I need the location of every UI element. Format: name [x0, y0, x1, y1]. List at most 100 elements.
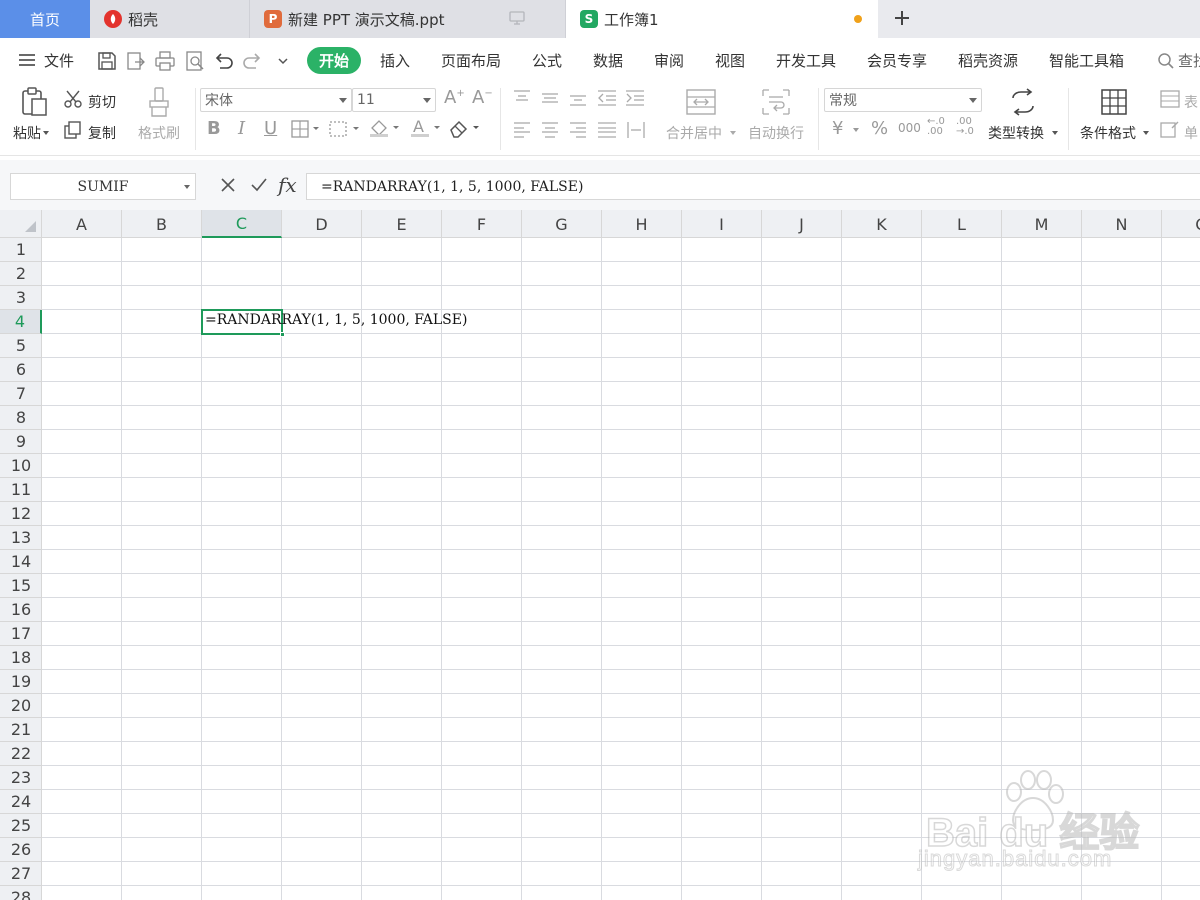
undo-icon[interactable] — [212, 50, 234, 72]
export-icon[interactable] — [125, 50, 147, 72]
menu-smart-toolbox[interactable]: 智能工具箱 — [1049, 50, 1124, 71]
paste-icon[interactable] — [18, 86, 50, 118]
print-preview-icon[interactable] — [184, 50, 206, 72]
cell-area[interactable] — [42, 238, 1200, 900]
menu-review[interactable]: 审阅 — [654, 50, 684, 71]
row-header-3[interactable]: 3 — [0, 286, 42, 310]
column-header-g[interactable]: G — [522, 210, 602, 238]
column-header-k[interactable]: K — [842, 210, 922, 238]
copy-button[interactable]: 复制 — [88, 123, 116, 143]
horizontal-align-icons[interactable] — [512, 120, 652, 140]
menu-page-layout[interactable]: 页面布局 — [441, 50, 501, 71]
tab-home[interactable]: 首页 — [0, 0, 90, 38]
menu-member[interactable]: 会员专享 — [867, 50, 927, 71]
cell-style-button[interactable]: 单 — [1184, 123, 1198, 143]
cut-button[interactable]: 剪切 — [88, 92, 116, 112]
cancel-formula-icon[interactable] — [220, 177, 236, 193]
row-header-18[interactable]: 18 — [0, 646, 42, 670]
monitor-icon[interactable] — [509, 11, 525, 25]
currency-dropdown-arrow-icon[interactable] — [853, 128, 859, 132]
column-header-l[interactable]: L — [922, 210, 1002, 238]
hamburger-icon[interactable] — [18, 53, 36, 67]
paste-button[interactable]: 粘贴 — [13, 123, 41, 143]
row-header-24[interactable]: 24 — [0, 790, 42, 814]
row-header-23[interactable]: 23 — [0, 766, 42, 790]
column-header-a[interactable]: A — [42, 210, 122, 238]
fill-handle[interactable] — [280, 332, 285, 337]
clear-format-eraser-icon[interactable] — [448, 118, 482, 138]
redo-icon[interactable] — [242, 50, 264, 72]
save-icon[interactable] — [96, 50, 118, 72]
menu-search[interactable]: 查找 — [1178, 50, 1200, 71]
insert-function-icon[interactable]: fx — [278, 173, 297, 197]
row-header-11[interactable]: 11 — [0, 478, 42, 502]
menu-docer-resources[interactable]: 稻壳资源 — [958, 50, 1018, 71]
row-header-21[interactable]: 21 — [0, 718, 42, 742]
row-header-5[interactable]: 5 — [0, 334, 42, 358]
row-header-6[interactable]: 6 — [0, 358, 42, 382]
increase-font-icon[interactable]: A+ — [444, 87, 465, 108]
format-painter-button[interactable]: 格式刷 — [138, 123, 180, 143]
underline-icon[interactable]: U — [264, 118, 277, 139]
number-format-select[interactable]: 常规 — [824, 88, 982, 112]
column-header-d[interactable]: D — [282, 210, 362, 238]
column-header-c[interactable]: C — [202, 210, 282, 238]
row-header-20[interactable]: 20 — [0, 694, 42, 718]
row-header-25[interactable]: 25 — [0, 814, 42, 838]
font-color-icon[interactable]: A — [409, 118, 443, 138]
row-header-15[interactable]: 15 — [0, 574, 42, 598]
column-header-e[interactable]: E — [362, 210, 442, 238]
row-header-27[interactable]: 27 — [0, 862, 42, 886]
column-header-j[interactable]: J — [762, 210, 842, 238]
type-convert-dropdown-arrow-icon[interactable] — [1052, 131, 1058, 135]
row-header-7[interactable]: 7 — [0, 382, 42, 406]
italic-icon[interactable]: I — [238, 118, 245, 139]
row-header-26[interactable]: 26 — [0, 838, 42, 862]
confirm-formula-icon[interactable] — [250, 177, 268, 193]
row-header-28[interactable]: 28 — [0, 886, 42, 900]
menu-view[interactable]: 视图 — [715, 50, 745, 71]
decrease-font-icon[interactable]: A− — [472, 87, 493, 108]
percent-icon[interactable]: % — [871, 118, 888, 139]
table-style-button[interactable]: 表 — [1184, 92, 1198, 112]
font-size-select[interactable]: 11 — [352, 88, 436, 112]
conditional-format-button[interactable]: 条件格式 — [1080, 123, 1136, 143]
merge-center-button[interactable]: 合并居中 — [666, 123, 722, 143]
paste-dropdown-arrow-icon[interactable] — [43, 131, 49, 135]
vertical-align-icons[interactable] — [512, 88, 652, 108]
bold-icon[interactable]: B — [207, 118, 221, 139]
row-header-16[interactable]: 16 — [0, 598, 42, 622]
menu-start-tab[interactable]: 开始 — [307, 47, 361, 74]
column-header-n[interactable]: N — [1082, 210, 1162, 238]
fill-color-icon[interactable] — [368, 118, 402, 138]
menu-insert[interactable]: 插入 — [380, 50, 410, 71]
new-tab-button[interactable] — [888, 4, 916, 32]
increase-decimal-icon[interactable]: ←.0 .00 — [927, 117, 945, 137]
thousands-separator-icon[interactable]: 000 — [898, 121, 921, 135]
row-header-13[interactable]: 13 — [0, 526, 42, 550]
row-header-17[interactable]: 17 — [0, 622, 42, 646]
wrap-text-button[interactable]: 自动换行 — [748, 123, 804, 143]
tab-workbook[interactable]: S 工作簿1 — [566, 0, 878, 38]
row-header-2[interactable]: 2 — [0, 262, 42, 286]
column-header-i[interactable]: I — [682, 210, 762, 238]
column-header-h[interactable]: H — [602, 210, 682, 238]
search-icon[interactable] — [1157, 52, 1175, 70]
formula-input[interactable]: =RANDARRAY(1, 1, 5, 1000, FALSE) — [306, 173, 1200, 200]
currency-icon[interactable]: ¥ — [832, 118, 843, 139]
row-header-19[interactable]: 19 — [0, 670, 42, 694]
tab-ppt[interactable]: P 新建 PPT 演示文稿.ppt — [250, 0, 566, 38]
menu-formula[interactable]: 公式 — [532, 50, 562, 71]
select-all-corner[interactable] — [0, 210, 42, 238]
row-header-4[interactable]: 4 — [0, 310, 42, 334]
decrease-decimal-icon[interactable]: .00 →.0 — [956, 117, 974, 137]
tab-docer[interactable]: 稻壳 — [90, 0, 250, 38]
name-box[interactable]: SUMIF — [10, 173, 196, 200]
column-header-m[interactable]: M — [1002, 210, 1082, 238]
name-box-dropdown-icon[interactable] — [184, 185, 190, 189]
type-convert-button[interactable]: 类型转换 — [988, 123, 1044, 143]
row-header-12[interactable]: 12 — [0, 502, 42, 526]
row-header-8[interactable]: 8 — [0, 406, 42, 430]
row-header-1[interactable]: 1 — [0, 238, 42, 262]
row-header-9[interactable]: 9 — [0, 430, 42, 454]
